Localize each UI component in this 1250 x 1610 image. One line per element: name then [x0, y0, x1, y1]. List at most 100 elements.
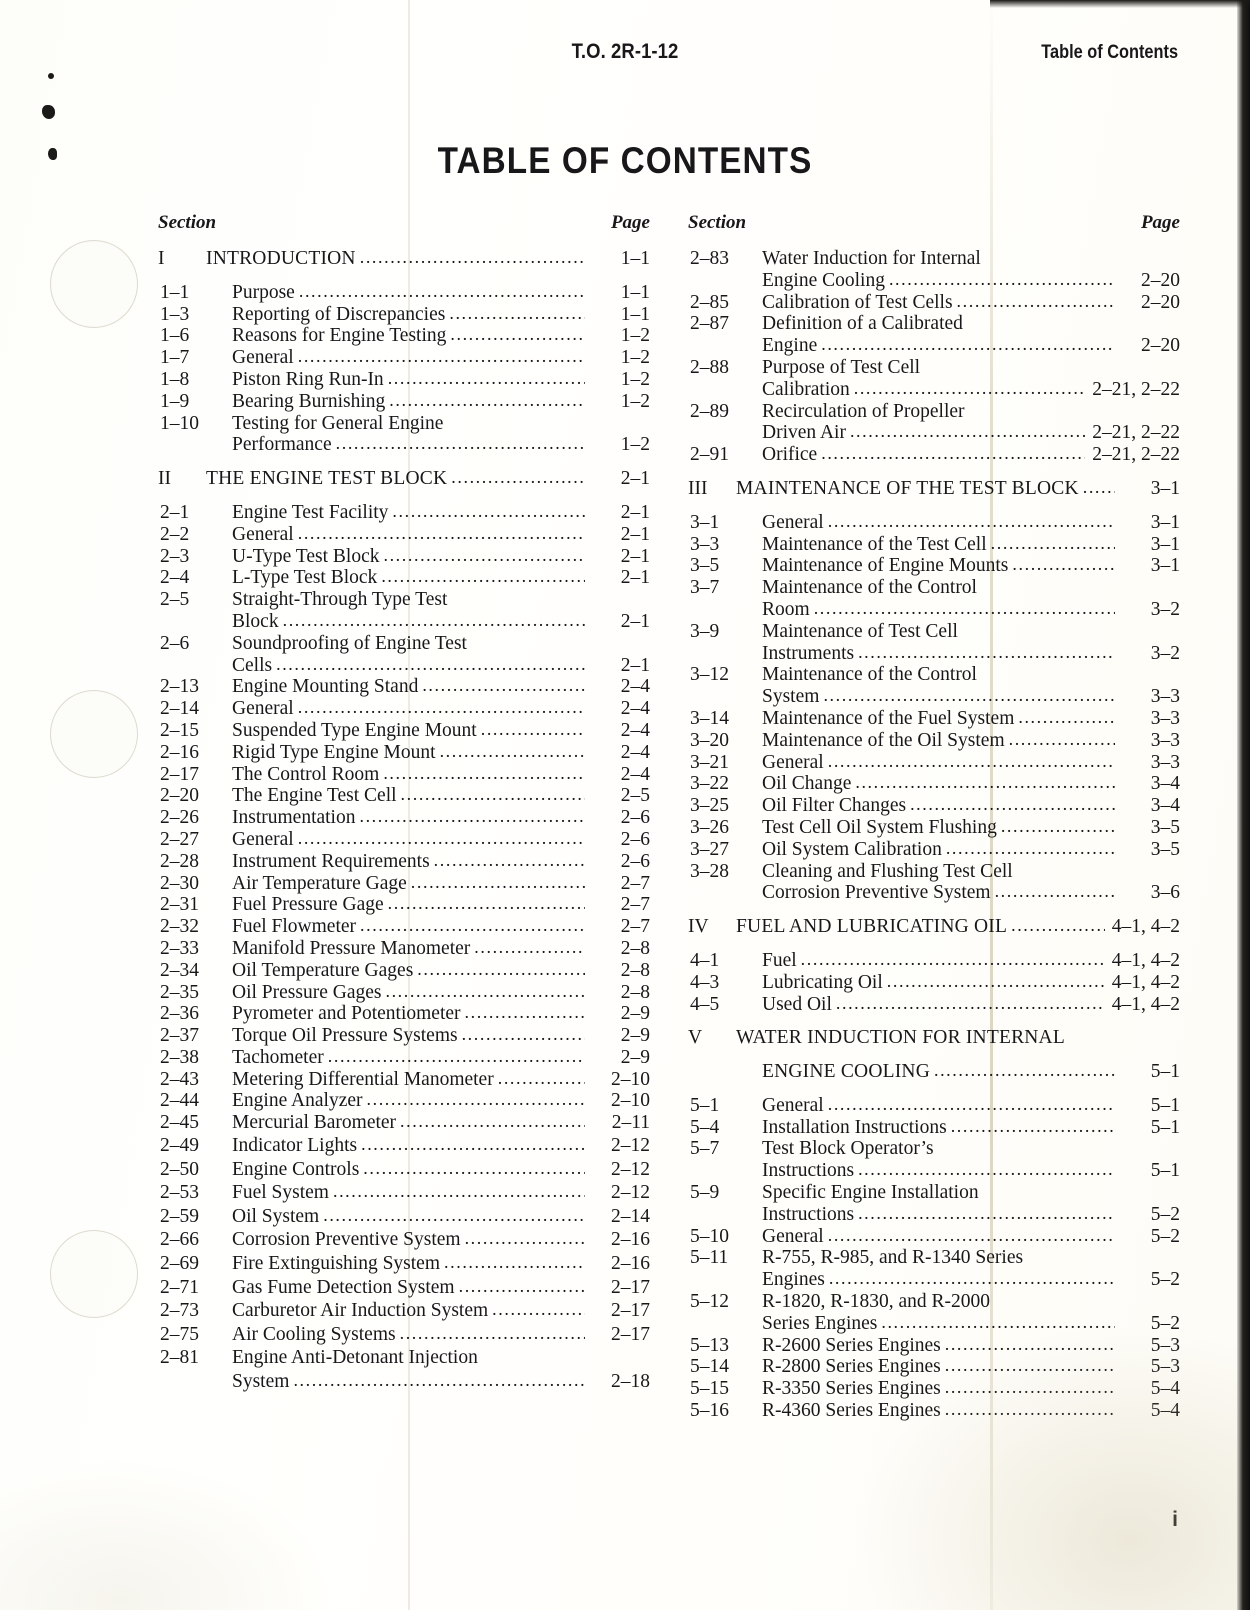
- toc-entry[interactable]: 2–35 Oil Pressure Gages 2–8: [158, 982, 650, 1004]
- toc-entry-continuation[interactable]: 2–88Calibration2–21, 2–22: [688, 379, 1180, 401]
- toc-entry[interactable]: 2–44 Engine Analyzer 2–10: [158, 1090, 650, 1112]
- toc-section-entry-continuation[interactable]: VENGINE COOLING5–1: [688, 1061, 1180, 1083]
- toc-entry[interactable]: 1–1 Purpose 1–1: [158, 282, 650, 304]
- toc-entry[interactable]: 3–1 General 3–1: [688, 512, 1180, 534]
- toc-entry[interactable]: 3–20 Maintenance of the Oil System 3–3: [688, 730, 1180, 752]
- toc-entry[interactable]: 2–28 Instrument Requirements 2–6: [158, 851, 650, 873]
- toc-entry[interactable]: 2–32 Fuel Flowmeter 2–7: [158, 916, 650, 938]
- toc-entry[interactable]: 2–50 Engine Controls 2–12: [158, 1158, 650, 1182]
- toc-entry-continuation[interactable]: 5–7Instructions5–1: [688, 1160, 1180, 1182]
- toc-entry-continuation[interactable]: 3–9Instruments3–2: [688, 643, 1180, 665]
- toc-entry[interactable]: 2–31 Fuel Pressure Gage 2–7: [158, 894, 650, 916]
- toc-entry[interactable]: 1–7 General 1–2: [158, 347, 650, 369]
- toc-entry-continuation[interactable]: 2–83Engine Cooling2–20: [688, 270, 1180, 292]
- toc-entry[interactable]: 1–9 Bearing Burnishing 1–2: [158, 391, 650, 413]
- toc-entry[interactable]: 2–66 Corrosion Preventive System 2–16: [158, 1228, 650, 1252]
- toc-entry[interactable]: 5–12 R-1820, R-1830, and R-2000: [688, 1291, 1180, 1313]
- toc-entry[interactable]: 3–9 Maintenance of Test Cell: [688, 621, 1180, 643]
- toc-entry[interactable]: 1–6 Reasons for Engine Testing 1–2: [158, 325, 650, 347]
- toc-entry[interactable]: 2–27 General 2–6: [158, 829, 650, 851]
- toc-entry[interactable]: 2–87 Definition of a Calibrated: [688, 313, 1180, 335]
- toc-entry[interactable]: 2–81 Engine Anti-Detonant Injection: [158, 1346, 650, 1370]
- toc-entry[interactable]: 2–34 Oil Temperature Gages 2–8: [158, 960, 650, 982]
- toc-entry[interactable]: 2–30 Air Temperature Gage 2–7: [158, 873, 650, 895]
- toc-entry[interactable]: 2–45 Mercurial Barometer 2–11: [158, 1112, 650, 1134]
- toc-entry-continuation[interactable]: 2–81System2–18: [158, 1370, 650, 1394]
- toc-entry-continuation[interactable]: 3–28Corrosion Preventive System3–6: [688, 882, 1180, 904]
- toc-entry[interactable]: 2–88 Purpose of Test Cell: [688, 357, 1180, 379]
- toc-entry[interactable]: 2–91 Orifice 2–21, 2–22: [688, 444, 1180, 466]
- toc-entry[interactable]: 2–26 Instrumentation 2–6: [158, 807, 650, 829]
- toc-entry[interactable]: 2–13 Engine Mounting Stand 2–4: [158, 676, 650, 698]
- toc-entry[interactable]: 3–14 Maintenance of the Fuel System 3–3: [688, 708, 1180, 730]
- toc-entry[interactable]: 1–10 Testing for General Engine: [158, 413, 650, 435]
- toc-entry[interactable]: 2–38 Tachometer 2–9: [158, 1047, 650, 1069]
- toc-entry[interactable]: 5–1 General 5–1: [688, 1095, 1180, 1117]
- toc-entry[interactable]: 3–25 Oil Filter Changes 3–4: [688, 795, 1180, 817]
- toc-entry-continuation[interactable]: 2–89Driven Air2–21, 2–22: [688, 422, 1180, 444]
- toc-entry[interactable]: 2–3 U-Type Test Block 2–1: [158, 546, 650, 568]
- toc-entry[interactable]: 3–5 Maintenance of Engine Mounts 3–1: [688, 555, 1180, 577]
- toc-entry[interactable]: 5–7 Test Block Operator’s: [688, 1138, 1180, 1160]
- toc-entry[interactable]: 2–43 Metering Differential Manometer 2–10: [158, 1069, 650, 1091]
- toc-entry[interactable]: 2–53 Fuel System 2–12: [158, 1181, 650, 1205]
- toc-section-entry[interactable]: III MAINTENANCE OF THE TEST BLOCK 3–1: [688, 478, 1180, 500]
- toc-entry-continuation[interactable]: 2–6Cells2–1: [158, 655, 650, 677]
- toc-entry-continuation[interactable]: 5–9Instructions5–2: [688, 1204, 1180, 1226]
- toc-entry[interactable]: 3–21 General 3–3: [688, 752, 1180, 774]
- toc-entry[interactable]: 5–4 Installation Instructions 5–1: [688, 1117, 1180, 1139]
- toc-entry[interactable]: 2–37 Torque Oil Pressure Systems 2–9: [158, 1025, 650, 1047]
- toc-entry[interactable]: 4–5 Used Oil 4–1, 4–2: [688, 994, 1180, 1016]
- toc-entry[interactable]: 3–27 Oil System Calibration 3–5: [688, 839, 1180, 861]
- toc-entry[interactable]: 4–1 Fuel 4–1, 4–2: [688, 950, 1180, 972]
- toc-entry-continuation[interactable]: 3–7Room3–2: [688, 599, 1180, 621]
- toc-entry[interactable]: 3–7 Maintenance of the Control: [688, 577, 1180, 599]
- toc-section-entry[interactable]: V WATER INDUCTION FOR INTERNAL: [688, 1027, 1180, 1049]
- toc-entry[interactable]: 2–85 Calibration of Test Cells 2–20: [688, 292, 1180, 314]
- toc-section-entry[interactable]: II THE ENGINE TEST BLOCK 2–1: [158, 468, 650, 490]
- toc-entry[interactable]: 2–5 Straight-Through Type Test: [158, 589, 650, 611]
- toc-entry[interactable]: 5–14 R-2800 Series Engines 5–3: [688, 1356, 1180, 1378]
- toc-entry[interactable]: 3–3 Maintenance of the Test Cell 3–1: [688, 534, 1180, 556]
- toc-entry[interactable]: 3–28 Cleaning and Flushing Test Cell: [688, 861, 1180, 883]
- toc-section-entry[interactable]: I INTRODUCTION 1–1: [158, 248, 650, 270]
- toc-entry[interactable]: 2–69 Fire Extinguishing System 2–16: [158, 1252, 650, 1276]
- toc-entry[interactable]: 5–15 R-3350 Series Engines 5–4: [688, 1378, 1180, 1400]
- toc-entry[interactable]: 3–12 Maintenance of the Control: [688, 664, 1180, 686]
- toc-entry[interactable]: 4–3 Lubricating Oil 4–1, 4–2: [688, 972, 1180, 994]
- toc-entry[interactable]: 2–36 Pyrometer and Potentiometer 2–9: [158, 1003, 650, 1025]
- toc-entry[interactable]: 2–16 Rigid Type Engine Mount 2–4: [158, 742, 650, 764]
- toc-entry[interactable]: 5–10 General 5–2: [688, 1226, 1180, 1248]
- toc-entry-continuation[interactable]: 5–11Engines5–2: [688, 1269, 1180, 1291]
- toc-entry[interactable]: 2–59 Oil System 2–14: [158, 1205, 650, 1229]
- toc-entry-continuation[interactable]: 2–87Engine2–20: [688, 335, 1180, 357]
- toc-entry[interactable]: 2–20 The Engine Test Cell 2–5: [158, 785, 650, 807]
- toc-entry[interactable]: 1–8 Piston Ring Run-In 1–2: [158, 369, 650, 391]
- toc-entry[interactable]: 2–14 General 2–4: [158, 698, 650, 720]
- toc-entry[interactable]: 2–89 Recirculation of Propeller: [688, 401, 1180, 423]
- toc-section-entry[interactable]: IV FUEL AND LUBRICATING OIL 4–1, 4–2: [688, 916, 1180, 938]
- toc-entry-continuation[interactable]: 1–10Performance1–2: [158, 434, 650, 456]
- toc-entry[interactable]: 5–13 R-2600 Series Engines 5–3: [688, 1335, 1180, 1357]
- toc-entry[interactable]: 2–4 L-Type Test Block 2–1: [158, 567, 650, 589]
- toc-entry[interactable]: 2–2 General 2–1: [158, 524, 650, 546]
- toc-entry[interactable]: 2–83 Water Induction for Internal: [688, 248, 1180, 270]
- toc-entry[interactable]: 2–49 Indicator Lights 2–12: [158, 1134, 650, 1158]
- toc-entry[interactable]: 2–6 Soundproofing of Engine Test: [158, 633, 650, 655]
- toc-entry[interactable]: 5–16 R-4360 Series Engines 5–4: [688, 1400, 1180, 1422]
- toc-entry[interactable]: 1–3 Reporting of Discrepancies 1–1: [158, 304, 650, 326]
- toc-entry[interactable]: 2–71 Gas Fume Detection System 2–17: [158, 1276, 650, 1300]
- toc-entry[interactable]: 3–22 Oil Change 3–4: [688, 773, 1180, 795]
- toc-entry[interactable]: 2–17 The Control Room 2–4: [158, 764, 650, 786]
- toc-entry[interactable]: 2–15 Suspended Type Engine Mount 2–4: [158, 720, 650, 742]
- toc-entry[interactable]: 2–33 Manifold Pressure Manometer 2–8: [158, 938, 650, 960]
- toc-entry-continuation[interactable]: 3–12System3–3: [688, 686, 1180, 708]
- toc-entry[interactable]: 2–75 Air Cooling Systems 2–17: [158, 1323, 650, 1347]
- toc-entry[interactable]: 5–9 Specific Engine Installation: [688, 1182, 1180, 1204]
- toc-entry[interactable]: 2–1 Engine Test Facility 2–1: [158, 502, 650, 524]
- toc-entry[interactable]: 5–11 R-755, R-985, and R-1340 Series: [688, 1247, 1180, 1269]
- toc-entry[interactable]: 2–73 Carburetor Air Induction System 2–17: [158, 1299, 650, 1323]
- toc-entry-continuation[interactable]: 2–5Block2–1: [158, 611, 650, 633]
- toc-entry-continuation[interactable]: 5–12Series Engines5–2: [688, 1313, 1180, 1335]
- toc-entry[interactable]: 3–26 Test Cell Oil System Flushing 3–5: [688, 817, 1180, 839]
